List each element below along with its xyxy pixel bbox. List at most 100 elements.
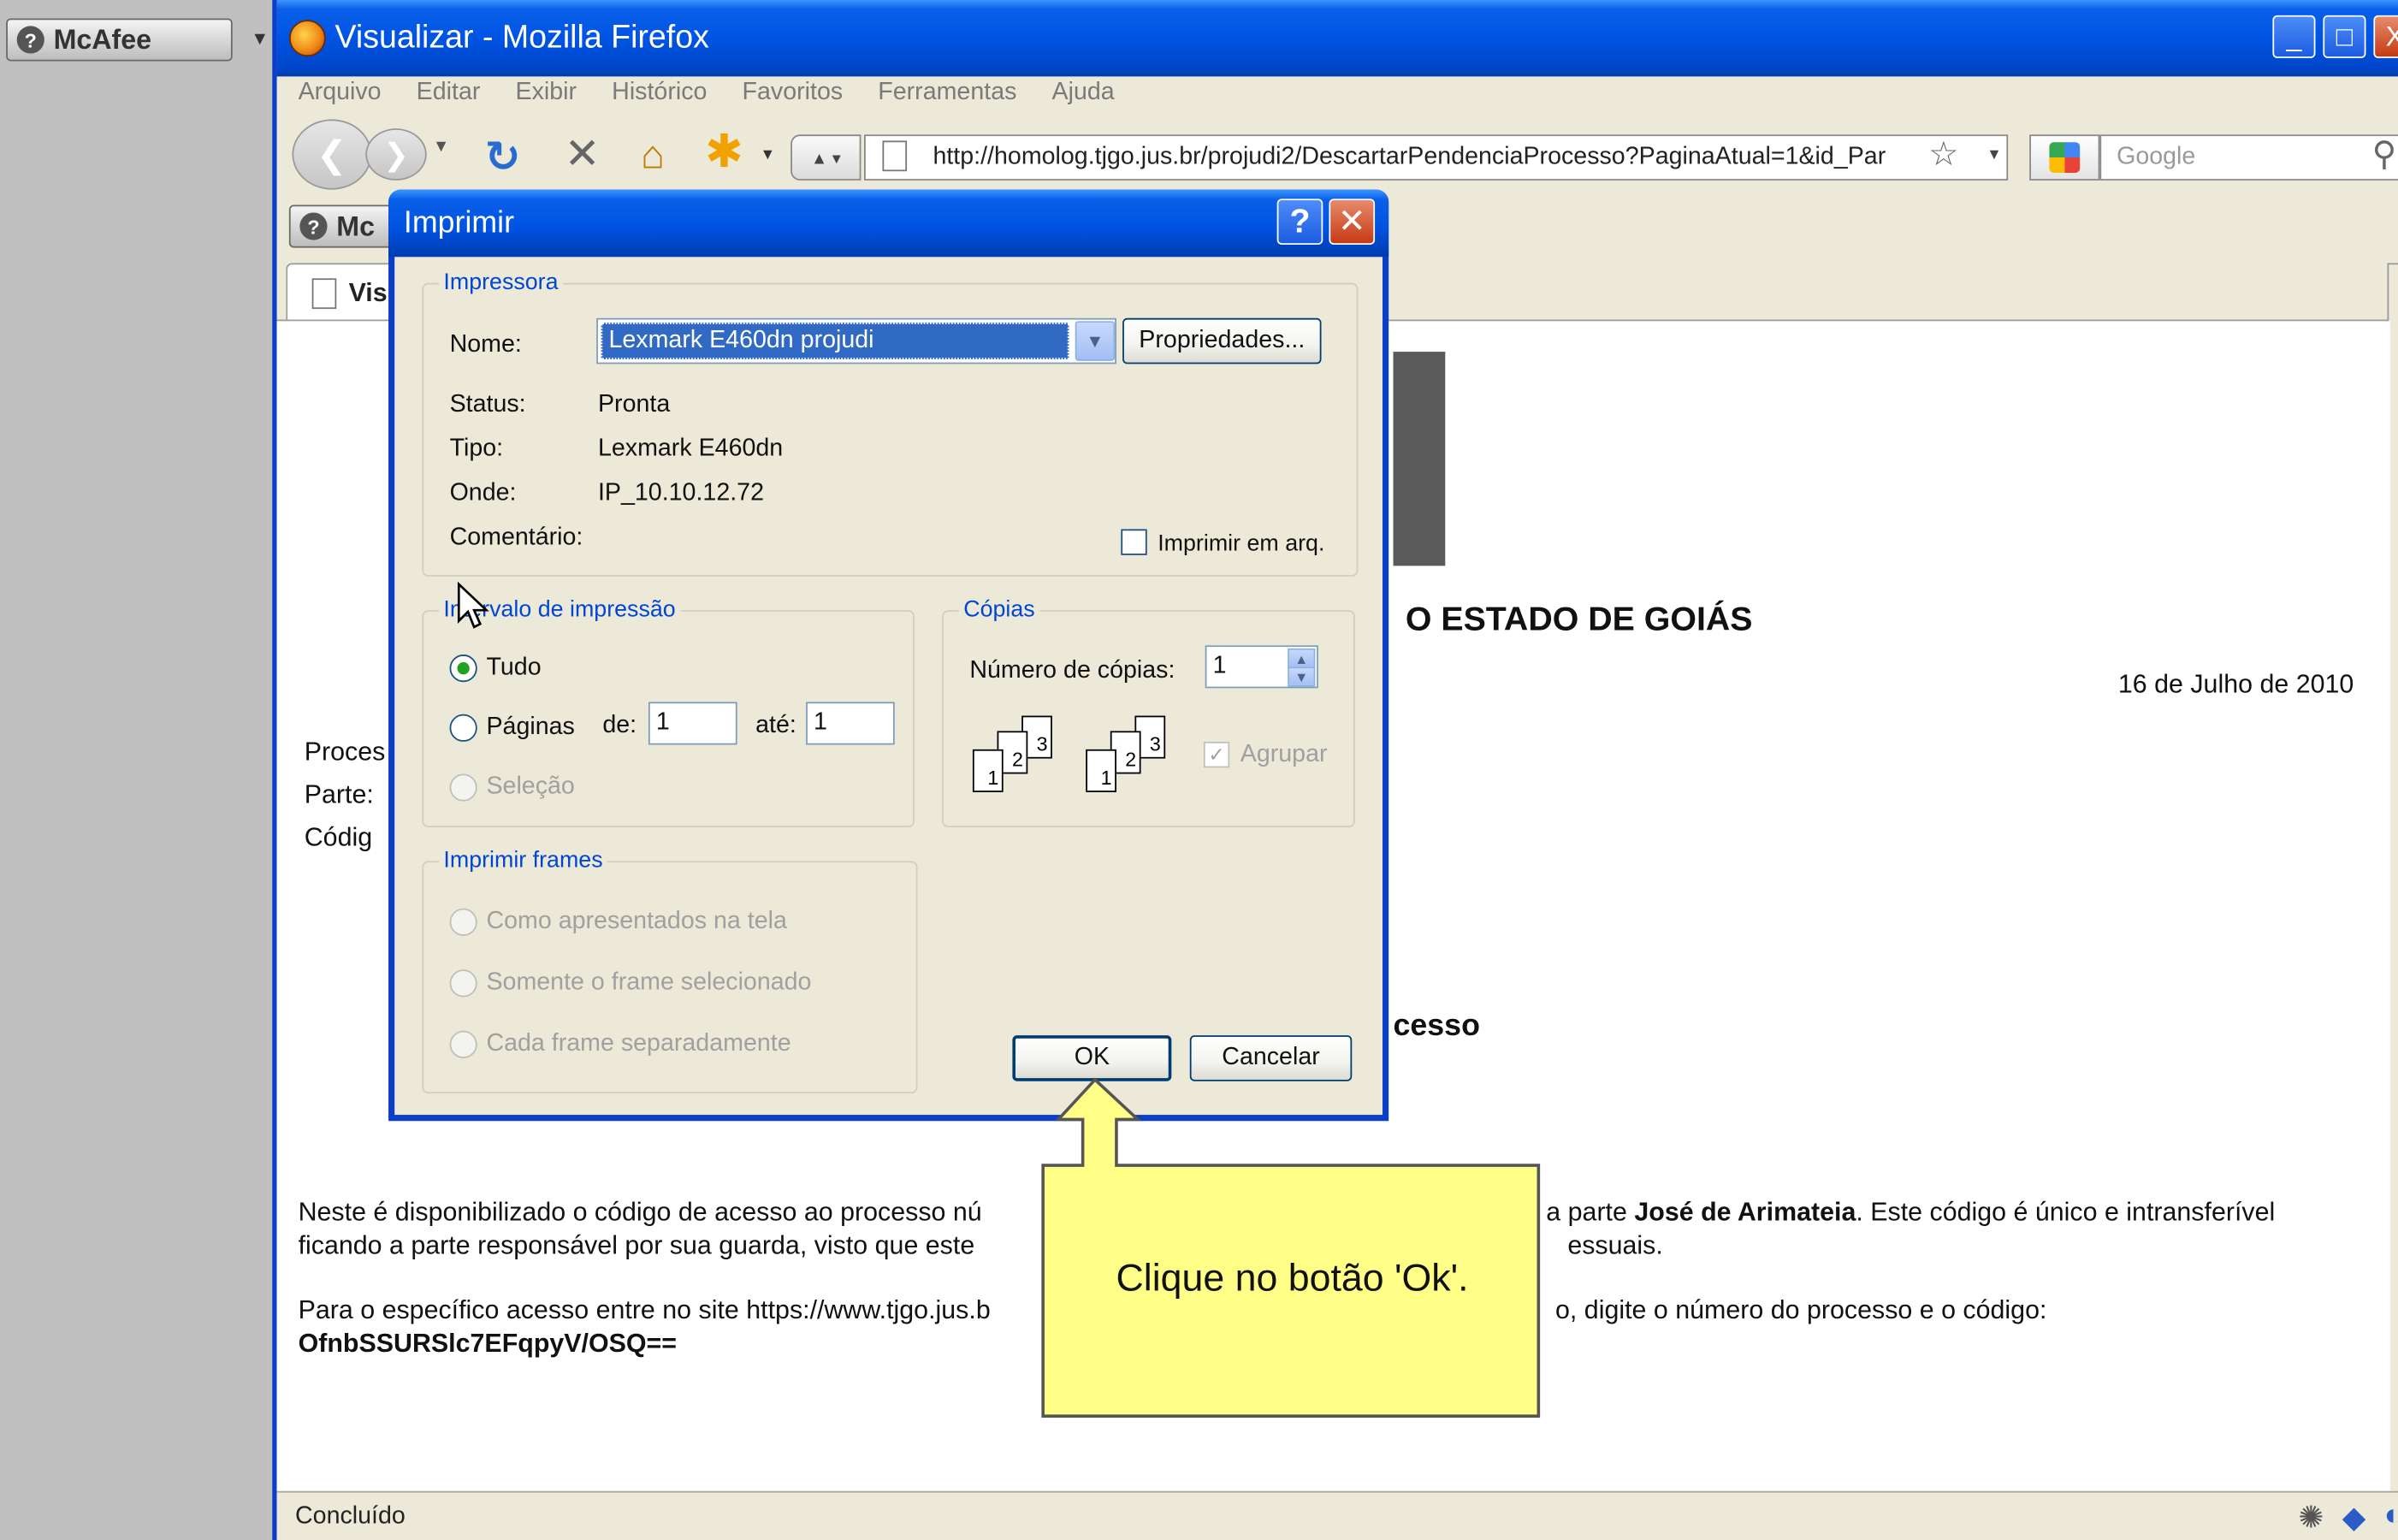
collate-label: Agrupar (1240, 741, 1328, 768)
range-all-label: Tudo (486, 654, 542, 681)
ok-button[interactable]: OK (1012, 1035, 1172, 1081)
frames-as-shown-label: Como apresentados na tela (486, 908, 787, 935)
navigation-toolbar: ❮ ❯ ▼ ↻ ✕ ⌂ ✱ ▼ ▲ ▾ http://homolog.tjgo.… (277, 110, 2398, 199)
spin-up-icon[interactable]: ▲ (1288, 648, 1316, 669)
page-icon (311, 277, 337, 309)
print-to-file-checkbox[interactable] (1121, 529, 1147, 555)
stop-icon[interactable]: ✕ (565, 128, 601, 179)
to-label: até: (755, 712, 796, 739)
forward-icon[interactable]: ❯ (365, 128, 427, 181)
menu-arquivo[interactable]: Arquivo (299, 80, 382, 107)
paragraph-text: Para o específico acesso entre no site h… (298, 1295, 991, 1324)
close-dialog-button[interactable]: ✕ (1329, 198, 1376, 245)
where-value: IP_10.10.12.72 (597, 480, 765, 506)
spin-down-icon[interactable]: ▼ (1288, 666, 1316, 687)
tutorial-callout (1041, 1077, 1541, 1419)
paragraph-text: essuais. (1567, 1230, 1663, 1260)
menu-historico[interactable]: Histórico (612, 80, 707, 107)
dialog-body: Impressora Nome: Lexmark E460dn projudi … (394, 257, 1383, 1116)
bug-icon[interactable]: ✺ (2298, 1499, 2324, 1537)
name-label: Nome: (449, 331, 522, 358)
search-icon[interactable]: ⚲ (2372, 134, 2397, 174)
title-bar: Visualizar - Mozilla Firefox _ □ X (276, 0, 2398, 77)
menu-favoritos[interactable]: Favoritos (743, 80, 844, 107)
history-dropdown-icon[interactable]: ▼ (433, 138, 449, 156)
callout-text: Clique no botão 'Ok'. (1116, 1257, 1469, 1300)
page-icon (882, 140, 908, 172)
printer-select[interactable]: Lexmark E460dn projudi ▼ (596, 317, 1116, 364)
url-field[interactable]: http://homolog.tjgo.jus.br/projudi2/Desc… (864, 134, 2009, 181)
party-label: Parte: (304, 779, 374, 809)
chevron-down-icon[interactable]: ▼ (760, 147, 775, 164)
comment-label: Comentário: (449, 524, 583, 551)
status-label: Status: (449, 391, 526, 418)
printer-select-value: Lexmark E460dn projudi (601, 323, 1069, 360)
home-icon[interactable]: ⌂ (641, 132, 665, 179)
code-label: Códig (304, 822, 373, 852)
range-all-radio[interactable] (449, 654, 477, 683)
mcafee-label: McAfee (53, 23, 152, 55)
paragraph-text: Neste é disponibilizado o código de aces… (298, 1197, 982, 1227)
back-icon[interactable]: ❮ (292, 119, 372, 190)
dialog-title-bar: Imprimir (388, 189, 1389, 258)
background-window (0, 0, 275, 1540)
court-logo (1393, 352, 1446, 566)
collate-illustration-icon: 3 2 1 (972, 715, 1080, 802)
search-engine-button[interactable] (2029, 134, 2100, 181)
tab-list-button[interactable] (2387, 263, 2398, 324)
range-pages-label: Páginas (486, 714, 575, 741)
menu-exibir[interactable]: Exibir (516, 80, 577, 107)
search-input[interactable]: Google (2099, 134, 2398, 181)
properties-button[interactable]: Propriedades... (1122, 317, 1322, 364)
frames-selected-radio[interactable] (449, 969, 477, 998)
google-icon (2049, 142, 2081, 173)
process-label: Proces (304, 737, 386, 767)
status-value: Pronta (597, 391, 671, 418)
close-window-button[interactable]: X (2373, 15, 2398, 58)
to-page-input[interactable]: 1 (806, 702, 895, 745)
party-name: José de Arimateia (1634, 1197, 1856, 1227)
from-page-input[interactable]: 1 (648, 702, 737, 745)
where-label: Onde: (449, 480, 517, 506)
help-button[interactable]: ? (1276, 198, 1323, 245)
mcafee-toolbar-button[interactable]: ? McAfee (6, 18, 233, 62)
print-dialog: Imprimir ? ✕ Impressora Nome: Lexmark E4… (388, 189, 1389, 1122)
addon-icon[interactable]: ✱ (705, 126, 743, 180)
document-date: 16 de Julho de 2010 (2117, 669, 2354, 699)
copies-group-title: Cópias (958, 596, 1040, 623)
range-pages-radio[interactable] (449, 714, 477, 742)
section-title: cesso (1393, 1009, 1480, 1044)
screen: ? McAfee ▼ Visualizar - Mozilla Firefox … (0, 0, 2398, 1540)
diamond-icon[interactable]: ◆ (2342, 1499, 2366, 1537)
mcafee-label: Mc (336, 210, 375, 241)
site-identity-button[interactable]: ▲ ▾ (790, 134, 862, 181)
globe-icon[interactable]: ◐ (2384, 1499, 2398, 1537)
menu-bar: Arquivo Editar Exibir Histórico Favorito… (277, 76, 2398, 110)
menu-editar[interactable]: Editar (417, 80, 481, 107)
type-label: Tipo: (449, 435, 504, 462)
from-label: de: (602, 712, 637, 739)
bookmark-star-icon[interactable]: ☆ (1928, 134, 1958, 174)
status-text: Concluído (295, 1502, 406, 1529)
cancel-button[interactable]: Cancelar (1189, 1035, 1353, 1081)
print-to-file-label: Imprimir em arq. (1158, 530, 1325, 557)
window-title: Visualizar - Mozilla Firefox (335, 20, 709, 56)
frames-selected-label: Somente o frame selecionado (486, 969, 812, 996)
minimize-button[interactable]: _ (2272, 15, 2316, 58)
maximize-button[interactable]: □ (2323, 15, 2366, 58)
range-selection-radio[interactable] (449, 773, 477, 802)
menu-ferramentas[interactable]: Ferramentas (878, 80, 1016, 107)
menu-ajuda[interactable]: Ajuda (1052, 80, 1115, 107)
chevron-down-icon[interactable]: ▼ (1075, 321, 1116, 361)
document-heading: O ESTADO DE GOIÁS (1405, 599, 1753, 638)
reload-icon[interactable]: ↻ (485, 132, 521, 182)
frames-as-shown-radio[interactable] (449, 908, 477, 936)
chevron-down-icon[interactable]: ▼ (251, 27, 269, 49)
frames-each-radio[interactable] (449, 1030, 477, 1058)
dialog-title: Imprimir (403, 205, 515, 240)
url-dropdown-icon[interactable]: ▼ (1986, 147, 2002, 164)
scrollbar[interactable] (2390, 321, 2398, 1491)
collate-checkbox[interactable]: ✓ (1203, 741, 1230, 768)
mcafee-help-icon: ? (16, 26, 44, 54)
status-bar: Concluído ✺ ◆ ◐ (276, 1490, 2398, 1540)
